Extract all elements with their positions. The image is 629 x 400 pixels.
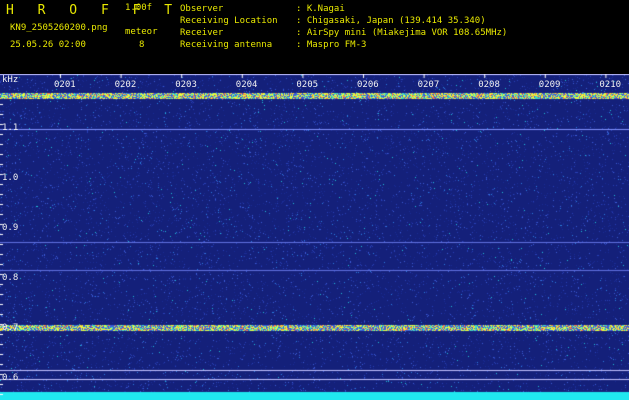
time-tick-0210: 0210 — [599, 80, 622, 90]
date-time: 25.05.26 02:00 — [10, 40, 86, 50]
observer-label: Observer — [180, 4, 224, 14]
time-tick-0205: 0205 — [296, 80, 319, 90]
time-tick-0204: 0204 — [235, 80, 258, 90]
freq-tick-1.1: 1.1 — [2, 123, 19, 133]
app-version: 1.00f — [125, 3, 153, 13]
antenna-label: Receiving antenna — [180, 40, 273, 50]
receiver-label: Receiver — [180, 28, 224, 38]
location-label: Receiving Location — [180, 16, 278, 26]
observer-value: : K.Nagai — [296, 4, 345, 14]
meteor-label: meteor — [125, 27, 158, 37]
time-tick-0201: 0201 — [54, 80, 76, 90]
location-value: : Chigasaki, Japan (139.414 35.340) — [296, 16, 486, 26]
app-title: H R O F F T — [6, 3, 181, 18]
freq-tick-0.6: 0.6 — [2, 373, 19, 383]
antenna-value: : Maspro FM-3 — [296, 40, 367, 50]
time-tick-0208: 0208 — [478, 80, 500, 90]
unit-label-khz: kHz — [2, 75, 19, 85]
time-tick-0209: 0209 — [538, 80, 561, 90]
file-name: KN9_2505260200.png — [10, 23, 108, 33]
time-tick-0202: 0202 — [114, 80, 137, 90]
receiver-value: : AirSpy mini (Miakejima VOR 108.65MHz) — [296, 28, 508, 38]
spectrogram-plot — [0, 74, 629, 400]
header-panel: H R O F F T 1.00f KN9_2505260200.png met… — [0, 0, 629, 74]
freq-tick-0.9: 0.9 — [2, 223, 19, 233]
freq-tick-0.8: 0.8 — [2, 273, 19, 283]
time-tick-0206: 0206 — [357, 80, 379, 90]
freq-tick-0.7: 0.7 — [2, 323, 19, 333]
time-tick-0207: 0207 — [417, 80, 440, 90]
meteor-count: 8 — [139, 40, 145, 50]
time-tick-0203: 0203 — [175, 80, 197, 90]
freq-tick-1.0: 1.0 — [2, 173, 19, 183]
